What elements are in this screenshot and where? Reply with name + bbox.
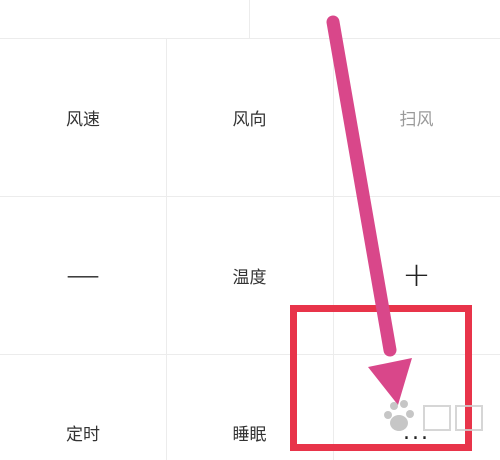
sleep-button[interactable]: 睡眠 bbox=[166, 354, 333, 460]
top-partial-row bbox=[0, 0, 500, 38]
watermark-logo bbox=[380, 398, 490, 438]
top-partial-cell bbox=[0, 0, 250, 38]
temperature-label: 温度 bbox=[232, 267, 267, 288]
remote-control-screen: 风速 风向 扫风 — 温度 + 定时 睡眠 ... bbox=[0, 0, 500, 460]
baidu-jingyan-watermark-icon bbox=[384, 400, 483, 431]
control-grid: 风速 风向 扫风 — 温度 + 定时 睡眠 ... bbox=[0, 38, 500, 460]
grid-divider bbox=[0, 196, 500, 197]
grid-divider bbox=[0, 354, 500, 355]
temperature-down-button[interactable]: — bbox=[0, 196, 166, 354]
grid-divider bbox=[333, 38, 334, 460]
grid-divider bbox=[166, 38, 167, 460]
timer-button[interactable]: 定时 bbox=[0, 354, 166, 460]
wind-direction-button[interactable]: 风向 bbox=[166, 38, 333, 196]
swing-button[interactable]: 扫风 bbox=[333, 38, 500, 196]
temperature-up-button[interactable]: + bbox=[333, 196, 500, 354]
wind-speed-button[interactable]: 风速 bbox=[0, 38, 166, 196]
